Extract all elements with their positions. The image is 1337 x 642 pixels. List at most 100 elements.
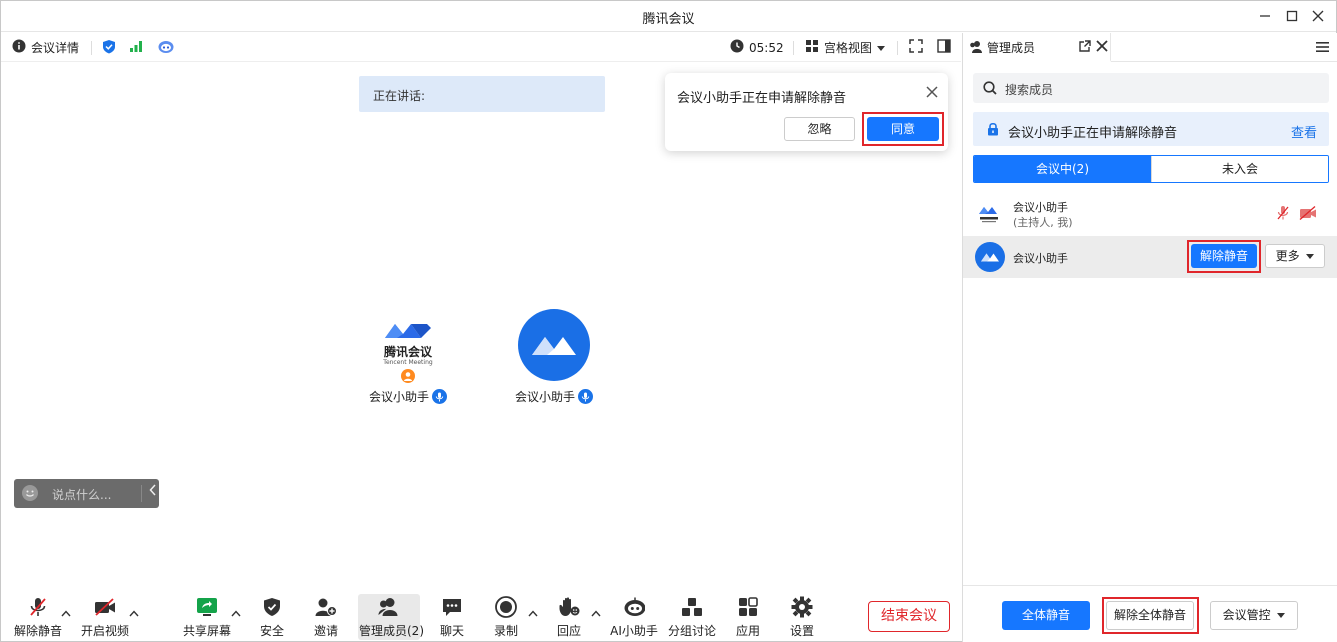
- ai-assistant-icon[interactable]: [157, 39, 175, 54]
- apps-label: 应用: [735, 624, 760, 638]
- maximize-icon[interactable]: [1282, 6, 1302, 26]
- settings-button[interactable]: 设置: [772, 596, 832, 639]
- panel-tab[interactable]: 管理成员: [963, 33, 1111, 62]
- logo-subtext: Tencent Meeting: [383, 359, 433, 366]
- chevron-up-icon[interactable]: [528, 609, 538, 620]
- invite-button[interactable]: 邀请: [296, 596, 356, 639]
- muted-microphone-icon[interactable]: [1277, 205, 1289, 224]
- window-title: 腾讯会议: [642, 12, 695, 27]
- chevron-up-icon[interactable]: [61, 609, 71, 620]
- panel-title: 管理成员: [987, 41, 1036, 55]
- popout-icon[interactable]: [1078, 40, 1091, 56]
- unmute-request-notice: 会议小助手正在申请解除静音 查看: [973, 112, 1329, 146]
- ai-assistant-button[interactable]: AI小助手: [604, 596, 664, 639]
- ignore-button[interactable]: 忽略: [784, 117, 855, 141]
- divider: [897, 41, 898, 55]
- participant-tile[interactable]: 腾讯会议 Tencent Meeting 会议小助手: [361, 318, 455, 405]
- reactions-label: 回应: [556, 624, 581, 638]
- chevron-up-icon[interactable]: [231, 609, 241, 620]
- fullscreen-icon[interactable]: [909, 39, 923, 53]
- more-label: 更多: [1275, 249, 1300, 263]
- participant-name: 会议小助手: [368, 390, 429, 404]
- close-window-icon[interactable]: [1308, 6, 1328, 26]
- menu-icon[interactable]: [1316, 41, 1329, 56]
- participant-name: 会议小助手: [514, 390, 575, 404]
- view-link[interactable]: 查看: [1291, 122, 1317, 141]
- minimize-icon[interactable]: [1255, 6, 1275, 26]
- tab-not-joined[interactable]: 未入会: [1151, 156, 1328, 182]
- collapse-arrow-icon[interactable]: [149, 484, 157, 500]
- panel-header: 管理成员: [963, 33, 1337, 62]
- apps-button[interactable]: 应用: [718, 596, 778, 639]
- members-panel: 管理成员 搜索成员 会议小助手正在申请解除静音 查看 会议中(2) 未入会 会议…: [963, 33, 1337, 642]
- lock-icon: [987, 122, 999, 139]
- timer-text: 05:52: [749, 40, 784, 55]
- member-name: 会议小助手: [1013, 201, 1068, 214]
- breakout-button[interactable]: 分组讨论: [662, 596, 722, 639]
- microphone-icon: [432, 389, 447, 404]
- members-icon: [378, 596, 400, 618]
- tab-in-meeting[interactable]: 会议中(2): [974, 156, 1151, 182]
- raise-hand-icon: [558, 596, 580, 618]
- search-input[interactable]: 搜索成员: [973, 73, 1329, 103]
- chat-label: 聊天: [439, 624, 464, 638]
- search-icon: [983, 81, 997, 98]
- mute-all-button[interactable]: 全体静音: [1002, 601, 1090, 630]
- sidebar-toggle-icon[interactable]: [937, 39, 951, 53]
- breakout-rooms-icon: [681, 596, 703, 618]
- invite-label: 邀请: [313, 624, 338, 638]
- manage-members-label: 管理成员(2): [359, 624, 424, 638]
- close-icon[interactable]: [1096, 40, 1108, 55]
- popup-message: 会议小助手正在申请解除静音: [677, 91, 847, 106]
- meeting-control-dropdown[interactable]: 会议管控: [1210, 601, 1298, 630]
- gear-icon: [791, 596, 813, 618]
- meeting-bottom-toolbar: 解除静音 开启视频 共享屏幕 安全 邀请 管理成员(2) 聊天 录制 回应 AI…: [1, 593, 961, 642]
- apps-icon: [737, 596, 759, 618]
- manage-members-button[interactable]: 管理成员(2): [359, 596, 424, 639]
- view-mode-dropdown[interactable]: 宫格视图: [805, 39, 886, 56]
- reactions-button[interactable]: 回应: [539, 596, 599, 639]
- chat-button[interactable]: 聊天: [422, 596, 482, 639]
- meeting-timer: 05:52: [730, 39, 784, 56]
- highlight-box: [1102, 597, 1199, 634]
- quick-chat-input[interactable]: 说点什么...: [14, 479, 159, 508]
- chevron-up-icon[interactable]: [129, 609, 139, 620]
- network-signal-icon[interactable]: [129, 39, 143, 53]
- unmute-label: 解除静音: [13, 624, 62, 638]
- highlight-box: [862, 112, 944, 146]
- close-icon[interactable]: [926, 83, 938, 102]
- highlight-box: [1187, 240, 1261, 273]
- shield-icon[interactable]: [102, 39, 116, 54]
- video-off-icon[interactable]: [1299, 206, 1317, 223]
- start-video-label: 开启视频: [80, 624, 129, 638]
- ai-assistant-icon: [623, 596, 645, 618]
- chat-icon: [441, 596, 463, 618]
- speaking-label: 正在讲话:: [373, 89, 426, 103]
- caret-down-icon: [877, 41, 886, 55]
- list-item[interactable]: 会议小助手 (主持人, 我): [963, 192, 1337, 234]
- meeting-control-label: 会议管控: [1222, 608, 1271, 622]
- participant-tile[interactable]: 会议小助手: [509, 309, 599, 405]
- unmute-button[interactable]: 解除静音: [8, 596, 68, 639]
- share-screen-label: 共享屏幕: [182, 624, 231, 638]
- member-tabs: 会议中(2) 未入会: [973, 155, 1329, 183]
- start-video-button[interactable]: 开启视频: [75, 596, 135, 639]
- end-meeting-button[interactable]: 结束会议: [868, 601, 950, 632]
- member-role: (主持人, 我): [1013, 216, 1073, 229]
- more-button[interactable]: 更多: [1265, 244, 1325, 268]
- microphone-icon: [578, 389, 593, 404]
- divider: [793, 41, 794, 55]
- add-user-icon: [315, 596, 337, 618]
- emoji-icon[interactable]: [22, 485, 38, 501]
- divider: [91, 41, 92, 55]
- share-screen-button[interactable]: 共享屏幕: [177, 596, 237, 639]
- security-button[interactable]: 安全: [242, 596, 302, 639]
- chevron-up-icon[interactable]: [591, 609, 601, 620]
- meeting-details-button[interactable]: 会议详情: [12, 39, 79, 56]
- record-button[interactable]: 录制: [476, 596, 536, 639]
- shield-icon: [261, 596, 283, 618]
- chat-placeholder: 说点什么...: [52, 488, 112, 502]
- divider: [141, 485, 142, 502]
- logo-text: 腾讯会议: [383, 345, 432, 359]
- members-icon: [969, 40, 983, 57]
